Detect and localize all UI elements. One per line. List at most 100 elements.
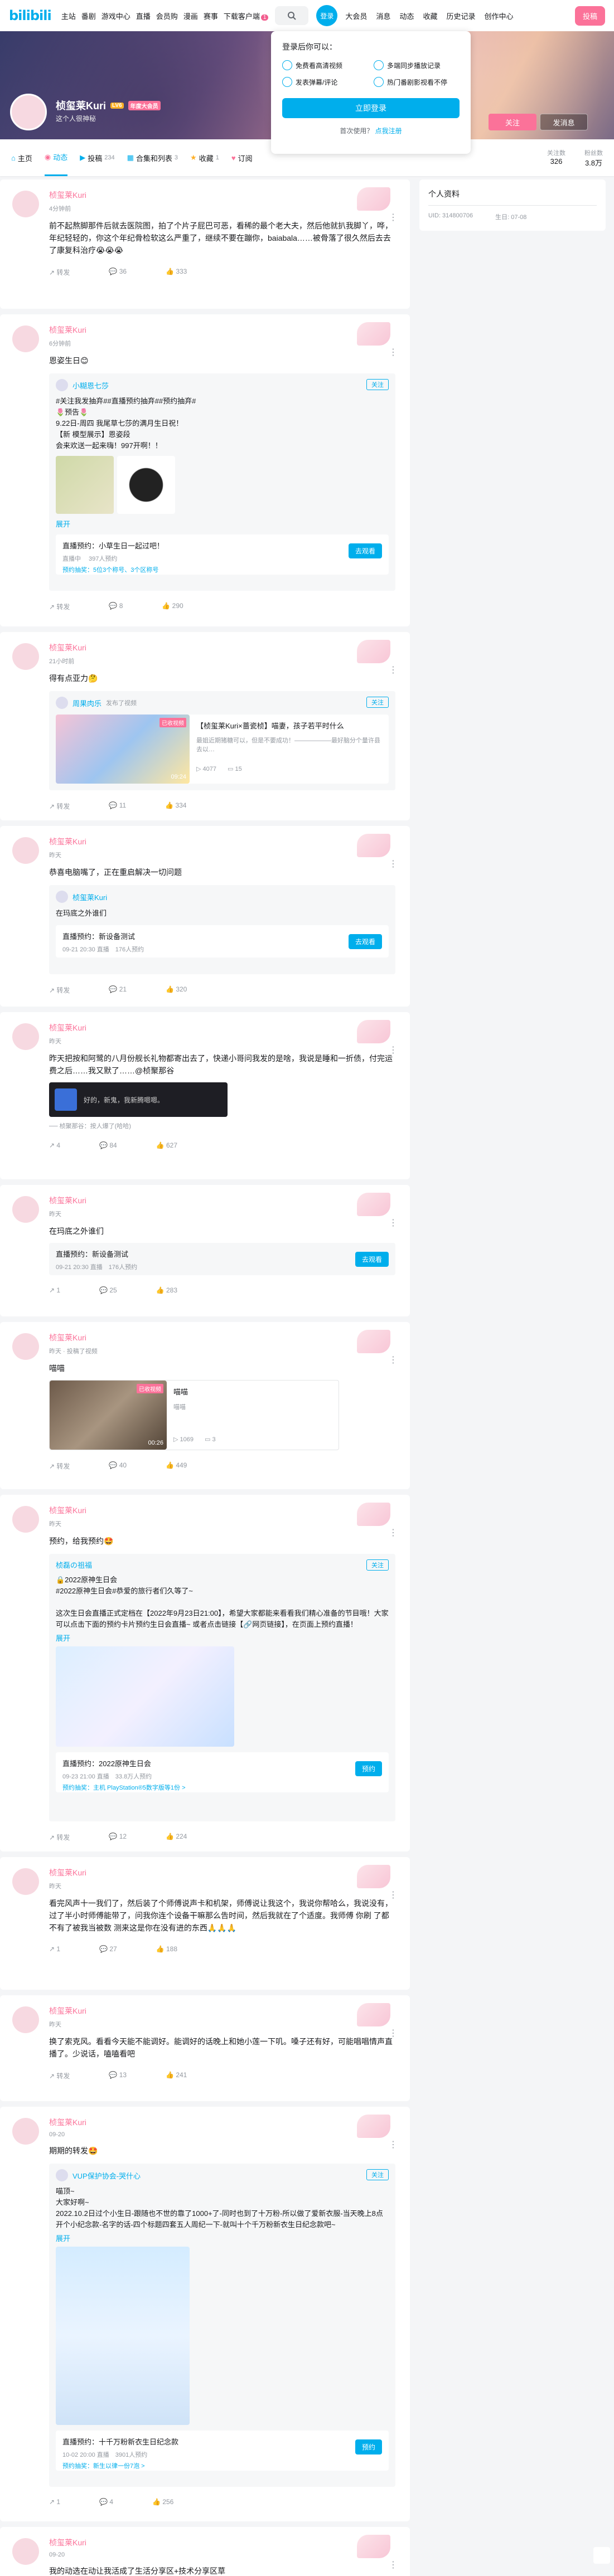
post-image[interactable]	[56, 1646, 234, 1747]
forward-author[interactable]: 周果肉乐	[72, 698, 101, 708]
like-button[interactable]: 👍 290	[162, 602, 183, 611]
forward-button[interactable]: ↗ 转发	[49, 2071, 70, 2081]
expand-link[interactable]: 展开	[56, 518, 389, 529]
tab-dynamic[interactable]: ◉ 动态	[44, 139, 68, 176]
author-name[interactable]: 桢玺莱Kuri	[49, 1332, 395, 1343]
avatar[interactable]	[12, 1196, 39, 1223]
watch-button[interactable]: 去观看	[348, 934, 382, 949]
avatar[interactable]	[12, 643, 39, 670]
forwarded-post[interactable]: 桢磊の祖福 关注 🔒2022原神生日会 #2022原神生日会#恭爱的旅行者们久等…	[49, 1554, 395, 1821]
like-button[interactable]: 👍 188	[156, 1945, 177, 1953]
author-name[interactable]: 桢玺莱Kuri	[49, 2005, 395, 2016]
post-image[interactable]	[56, 2247, 190, 2425]
reservation-lottery[interactable]: 预约抽奖：主机 PlayStation®5数字版等1份 >	[62, 1783, 382, 1792]
forward-button[interactable]: ↗ 转发	[49, 1461, 70, 1471]
video-thumbnail[interactable]: 已收视频 09:24	[56, 715, 190, 784]
like-button[interactable]: 👍 283	[156, 1286, 177, 1294]
more-icon[interactable]: ⋮	[389, 2559, 398, 2570]
author-name[interactable]: 桢玺莱Kuri	[49, 642, 395, 653]
more-icon[interactable]: ⋮	[389, 858, 398, 869]
avatar[interactable]	[12, 2118, 39, 2145]
nav-history[interactable]: 历史记录	[446, 11, 475, 21]
tab-videos[interactable]: ▶ 投稿 234	[80, 139, 114, 176]
like-button[interactable]: 👍 320	[166, 985, 187, 995]
tab-home[interactable]: ⌂ 主页	[11, 139, 32, 176]
register-link[interactable]: 点我注册	[375, 127, 402, 135]
tab-subscriptions[interactable]: ♥ 订阅	[231, 139, 253, 176]
author-name[interactable]: 桢玺莱Kuri	[49, 324, 395, 336]
forward-follow-button[interactable]: 关注	[366, 379, 389, 390]
reserve-button[interactable]: 预约	[355, 1761, 382, 1776]
nav-vip[interactable]: 大会员	[345, 11, 367, 21]
reservation-lottery[interactable]: 预约抽奖：新生以律一份7泡 >	[62, 2461, 382, 2470]
nav-anime[interactable]: 番剧	[81, 11, 96, 21]
forward-author[interactable]: 桢磊の祖福	[56, 1559, 92, 1570]
forward-author[interactable]: 小糊恩七莎	[72, 380, 109, 391]
forwarded-post[interactable]: VUP保护协会-哭什心 关注 喵顶~ 大家好啊~ 2022.10.2日过个小生日…	[49, 2164, 395, 2487]
login-avatar[interactable]: 登录	[316, 5, 338, 26]
like-button[interactable]: 👍 224	[166, 1833, 187, 1842]
video-thumbnail[interactable]: 已收视频 00:26	[50, 1381, 167, 1450]
video-card[interactable]: 已收视频 00:26 喵喵 喵喵 ▷ 1069 ▭ 3	[49, 1380, 339, 1450]
author-name[interactable]: 桢玺莱Kuri	[49, 2537, 395, 2548]
comment-button[interactable]: 💬 40	[109, 1461, 127, 1471]
avatar[interactable]	[12, 1333, 39, 1360]
user-avatar[interactable]	[10, 94, 47, 130]
forward-button[interactable]: ↗ 1	[49, 1945, 60, 1953]
tab-collections[interactable]: ▦ 合集和列表 3	[127, 139, 178, 176]
comment-button[interactable]: 💬 4	[99, 2498, 113, 2506]
reserve-button[interactable]: 预约	[355, 2439, 382, 2455]
fans-stat[interactable]: 粉丝数 3.8万	[584, 148, 603, 168]
more-icon[interactable]: ⋮	[389, 212, 398, 223]
forward-button[interactable]: ↗ 1	[49, 2498, 60, 2506]
like-button[interactable]: 👍 449	[166, 1461, 187, 1471]
avatar[interactable]	[12, 191, 39, 217]
nav-download[interactable]: 下载客户端 1	[224, 11, 269, 21]
comment-preview[interactable]: 好的，新鬼，我新腾嗯嗯。	[49, 1082, 228, 1117]
nav-mall[interactable]: 会员购	[156, 11, 178, 21]
like-button[interactable]: 👍 627	[156, 1141, 177, 1149]
avatar[interactable]	[12, 2538, 39, 2565]
forward-button[interactable]: ↗ 1	[49, 1286, 60, 1294]
post-image[interactable]	[117, 456, 175, 514]
comment-button[interactable]: 💬 11	[109, 801, 126, 811]
comment-button[interactable]: 💬 12	[109, 1833, 127, 1842]
login-button[interactable]: 立即登录	[282, 98, 460, 118]
comment-button[interactable]: 💬 8	[109, 602, 123, 611]
forward-follow-button[interactable]: 关注	[366, 2169, 389, 2180]
avatar[interactable]	[12, 1023, 39, 1050]
nav-game[interactable]: 游戏中心	[101, 11, 130, 21]
message-button[interactable]: 发消息	[540, 114, 588, 130]
reservation-lottery[interactable]: 预约抽奖：5位3个称号、3个区称号	[62, 565, 382, 574]
avatar[interactable]	[12, 2006, 39, 2033]
forwarded-post[interactable]: 桢玺莱Kuri 在玛底之外谁们 直播预约：新设备测试 09-21 20:30 直…	[49, 885, 395, 974]
comment-button[interactable]: 💬 21	[109, 985, 127, 995]
nav-manga[interactable]: 漫画	[183, 11, 198, 21]
video-card[interactable]: 已收视频 09:24 【桢玺莱Kuri×蔷瓷桢】喵妻，孩子若平时什么 最姐近期猪…	[56, 715, 389, 784]
author-name[interactable]: 桢玺莱Kuri	[49, 1195, 395, 1206]
nav-favorites[interactable]: 收藏	[423, 11, 437, 21]
comment-button[interactable]: 💬 84	[99, 1141, 117, 1149]
forward-button[interactable]: ↗ 4	[49, 1141, 60, 1149]
nav-message[interactable]: 消息	[376, 11, 390, 21]
forward-button[interactable]: ↗ 转发	[49, 1833, 70, 1842]
follow-button[interactable]: 关注	[489, 114, 536, 130]
nav-esports[interactable]: 赛事	[204, 11, 218, 21]
comment-button[interactable]: 💬 13	[109, 2071, 127, 2081]
forward-author[interactable]: VUP保护协会-哭什心	[72, 2170, 141, 2181]
author-name[interactable]: 桢玺莱Kuri	[49, 1505, 395, 1516]
like-button[interactable]: 👍 256	[152, 2498, 173, 2506]
like-button[interactable]: 👍 334	[165, 801, 186, 811]
forward-button[interactable]: ↗ 转发	[49, 801, 70, 811]
more-icon[interactable]: ⋮	[389, 1044, 398, 1056]
video-title[interactable]: 喵喵	[173, 1386, 339, 1397]
forward-author[interactable]: 桢玺莱Kuri	[72, 892, 107, 902]
author-name[interactable]: 桢玺莱Kuri	[49, 1022, 395, 1033]
watch-button[interactable]: 去观看	[355, 1252, 389, 1267]
post-image[interactable]	[56, 456, 114, 514]
nav-main[interactable]: 主站	[61, 11, 76, 21]
forward-follow-button[interactable]: 关注	[366, 1559, 389, 1571]
bilibili-logo[interactable]: bilibili	[9, 8, 52, 23]
author-name[interactable]: 桢玺莱Kuri	[49, 2117, 395, 2128]
forward-follow-button[interactable]: 关注	[366, 697, 389, 708]
